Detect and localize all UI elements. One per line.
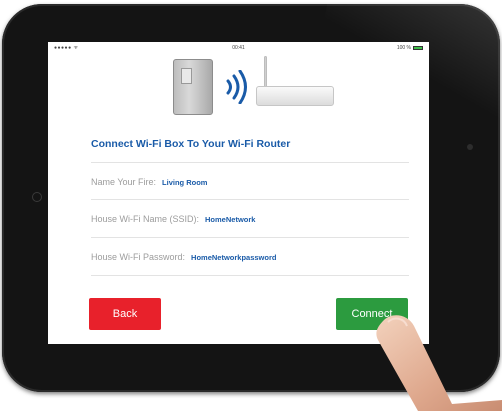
password-field[interactable]: House Wi-Fi Password: HomeNetworkpasswor…: [91, 252, 276, 262]
status-time: 00:41: [232, 45, 245, 51]
page-title: Connect Wi-Fi Box To Your Wi-Fi Router: [91, 138, 291, 150]
divider: [91, 237, 409, 238]
connect-button[interactable]: Connect: [336, 298, 408, 330]
fire-name-field[interactable]: Name Your Fire: Living Room: [91, 177, 207, 187]
router-antenna: [264, 56, 267, 90]
tablet-frame: ●●●●● ᯤ 00:41 100 % Connect Wi-Fi Box To…: [2, 4, 500, 392]
battery-percent: 100 %: [396, 45, 411, 51]
status-bar: ●●●●● ᯤ 00:41 100 %: [48, 42, 429, 54]
fire-name-label: Name Your Fire:: [91, 177, 157, 187]
app-screen: ●●●●● ᯤ 00:41 100 % Connect Wi-Fi Box To…: [48, 42, 429, 344]
router-icon: [256, 86, 334, 106]
divider: [91, 275, 409, 276]
home-button[interactable]: [32, 192, 42, 202]
password-value[interactable]: HomeNetworkpassword: [191, 253, 276, 262]
ssid-label: House Wi-Fi Name (SSID):: [91, 214, 200, 224]
battery-icon: [413, 46, 423, 50]
ssid-value[interactable]: HomeNetwork: [205, 215, 255, 224]
wifi-box-device-icon: [173, 59, 213, 115]
password-label: House Wi-Fi Password:: [91, 252, 186, 262]
fire-name-value[interactable]: Living Room: [162, 178, 207, 187]
battery-status: 100 %: [300, 45, 423, 51]
back-button[interactable]: Back: [89, 298, 161, 330]
divider: [91, 199, 409, 200]
wifi-signal-icon: [226, 70, 247, 104]
ssid-field[interactable]: House Wi-Fi Name (SSID): HomeNetwork: [91, 214, 255, 224]
camera: [467, 144, 473, 150]
divider: [91, 162, 409, 163]
carrier-signal: ●●●●● ᯤ: [54, 45, 79, 51]
